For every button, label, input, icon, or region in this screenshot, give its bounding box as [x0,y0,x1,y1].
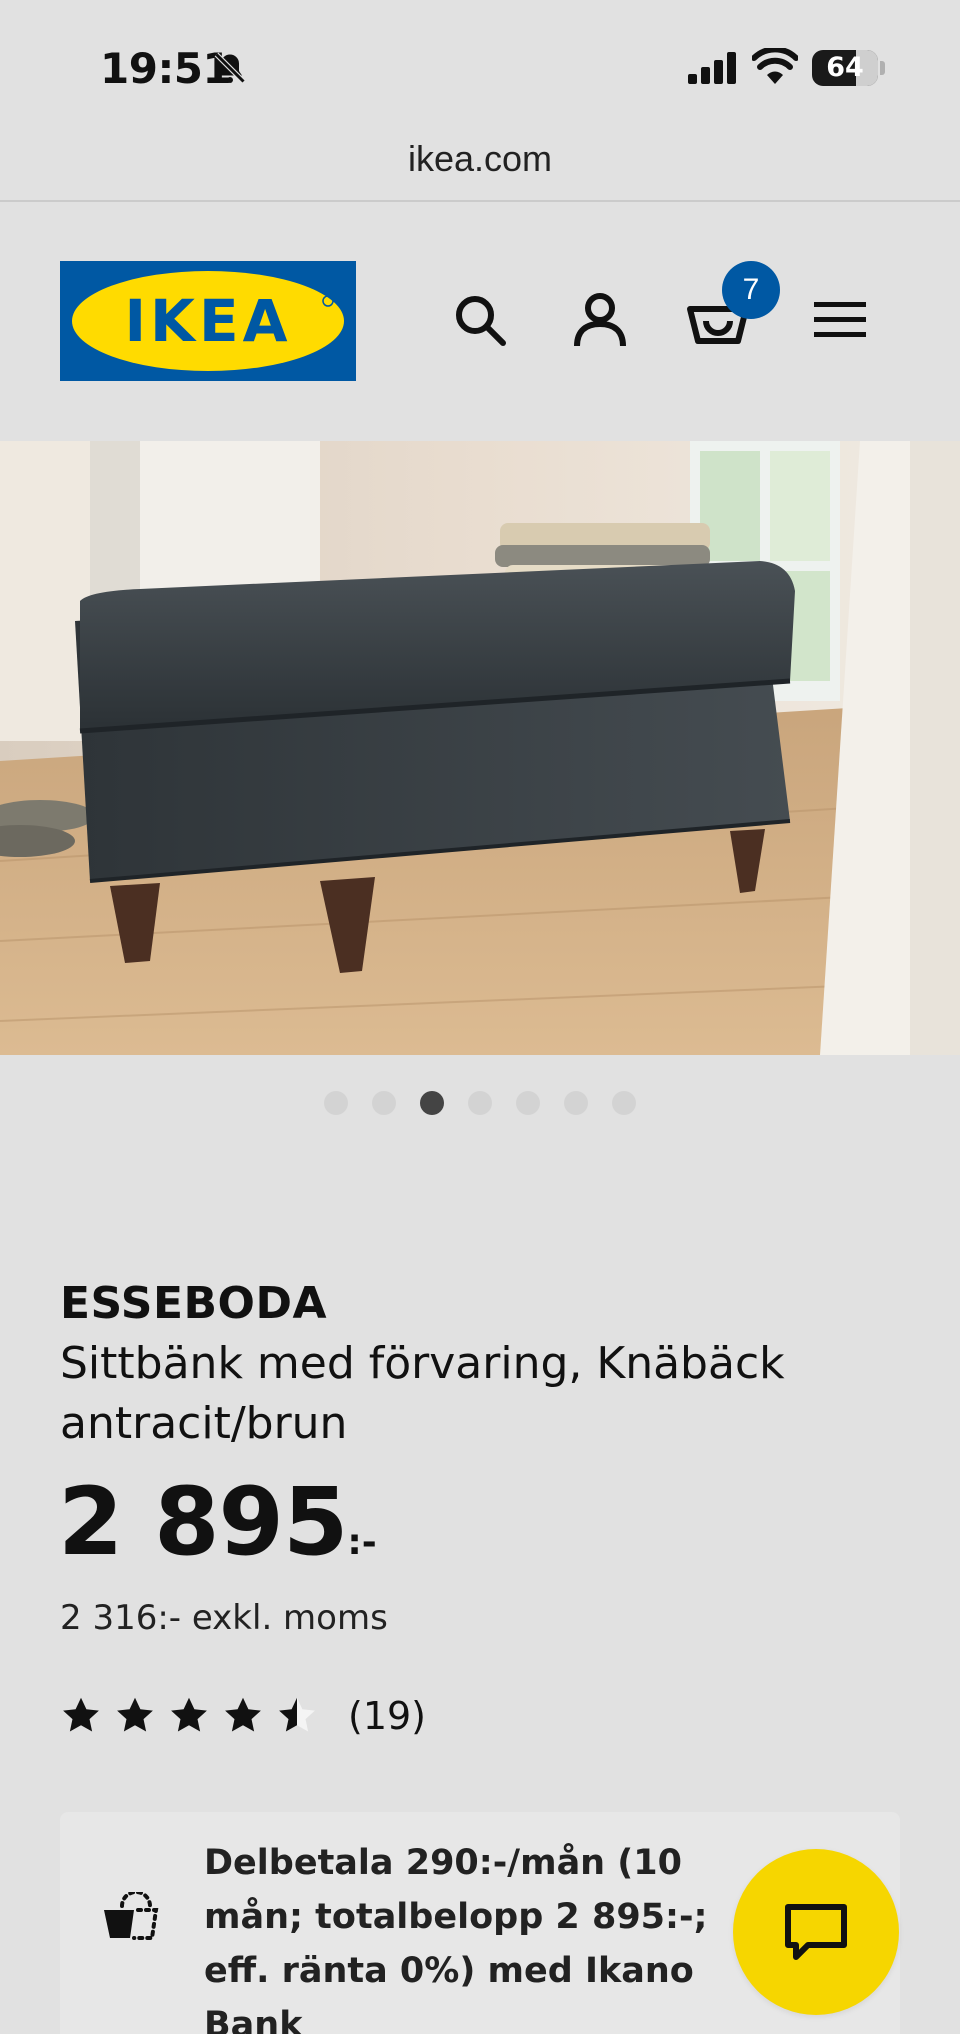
ikea-logo[interactable]: IKEA [60,261,356,381]
signal-icon [688,52,736,84]
logo-text: IKEA [124,287,291,355]
carousel-dot[interactable] [468,1091,492,1115]
account-button[interactable] [568,286,632,354]
chat-icon [785,1904,847,1960]
battery-nub [880,61,885,75]
search-button[interactable] [448,286,512,354]
price-value: 2 895 [58,1468,348,1577]
star-icon [225,1697,261,1732]
price-excl-vat: 2 316:- exkl. moms [60,1598,388,1638]
product-rating[interactable]: (19) [60,1694,426,1738]
star-icon [171,1697,207,1732]
carousel-indicator[interactable] [0,1091,960,1115]
rating-stars [60,1696,318,1736]
account-icon [574,293,626,347]
installment-icon [104,1892,159,1940]
half-star-icon [279,1697,315,1732]
battery-level: 64 [826,52,864,83]
carousel-dot[interactable] [516,1091,540,1115]
product-description: Sittbänk med förvaring, Knäbäck antracit… [60,1338,785,1449]
bell-slash-icon [214,52,246,84]
star-icon [117,1697,153,1732]
star-icon [63,1697,99,1732]
battery-icon: 64 [812,50,878,86]
status-bar: 19:51 64 [0,0,960,130]
search-icon [456,296,506,346]
chat-button[interactable] [733,1849,899,2015]
product-image[interactable] [0,441,960,1055]
menu-button[interactable] [808,286,872,354]
cart-count-badge: 7 [722,261,780,319]
carousel-dot-active[interactable] [420,1091,444,1115]
carousel-dot[interactable] [612,1091,636,1115]
product-price: 2 895:- [58,1468,377,1577]
price-suffix: :- [347,1522,377,1563]
rating-count[interactable]: (19) [348,1694,426,1738]
carousel-dot[interactable] [324,1091,348,1115]
carousel-dot[interactable] [564,1091,588,1115]
financing-text: Delbetala 290:-/mån (10 mån; totalbelopp… [204,1843,708,2034]
browser-url[interactable]: ikea.com [0,138,960,180]
wifi-icon [752,48,798,84]
menu-icon [814,302,866,337]
product-name: ESSEBODA [60,1278,328,1329]
divider [0,200,960,202]
carousel-dot[interactable] [372,1091,396,1115]
